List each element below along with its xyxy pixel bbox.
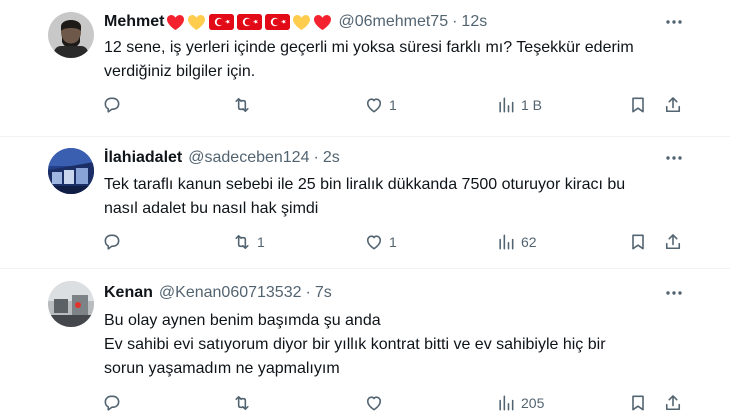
share-button[interactable] [663,95,683,115]
retweet-icon [235,97,249,113]
tweet-text-line: verdiğiniz bilgiler için. [104,63,256,80]
share-icon [665,234,681,250]
turkey-flag-icon [265,14,291,30]
tweet-1[interactable]: Mehmet @06mehmet75 · 12s 12 sene, iş yer… [0,0,730,136]
action-bar: 205 [0,393,730,417]
retweet-icon [235,234,249,250]
bookmark-icon [632,97,644,113]
author-name[interactable]: İlahiadalet [104,149,182,167]
tweet-text: 12 sene, iş yerleri içinde geçerli mi yo… [104,36,694,84]
author-handle[interactable]: @06mehmet75 [338,13,448,31]
views-button[interactable]: 62 [496,232,537,252]
avatar[interactable] [48,281,94,327]
views-icon [499,395,514,411]
tweet-text-line: nasıl adalet bu nasıl hak şimdi [104,200,319,217]
author-name[interactable]: Mehmet [104,13,164,31]
bookmark-icon [632,395,644,411]
reply-button[interactable] [102,393,127,413]
tweet-text-line: Ev sahibi evi satıyorum diyor bir yıllık… [104,336,606,353]
reply-icon [104,234,120,250]
reply-icon [104,395,120,411]
bookmark-button[interactable] [628,232,648,252]
turkey-flag-icon [209,14,235,30]
more-icon[interactable] [664,283,684,303]
action-bar: 1 1 B [0,95,730,119]
turkey-flag-icon [237,14,263,30]
share-button[interactable] [663,232,683,252]
share-button[interactable] [663,393,683,413]
reply-button[interactable] [102,95,127,115]
tweet-text-line: 12 sene, iş yerleri içinde geçerli mi yo… [104,39,634,56]
separator: · [305,284,311,301]
author-handle[interactable]: @Kenan060713532 [159,284,302,302]
heart-icon [366,396,382,411]
tweet-3[interactable]: Kenan @Kenan060713532 · 7s Bu olay aynen… [0,269,730,420]
heart-icon [366,98,382,113]
tweet-text: Tek taraflı kanun sebebi ile 25 bin lira… [104,173,694,221]
tweet-text-line: Bu olay aynen benim başımda şu anda [104,312,381,329]
timestamp[interactable]: 12s [461,13,487,31]
red-heart-icon [166,14,185,31]
timestamp[interactable]: 2s [323,149,340,167]
views-button[interactable]: 205 [496,393,544,413]
share-icon [665,395,681,411]
like-button[interactable] [364,393,389,413]
avatar[interactable] [48,12,94,58]
more-icon[interactable] [664,148,684,168]
retweet-button[interactable] [232,95,257,115]
retweet-button[interactable]: 1 [232,232,265,252]
action-bar: 1 1 62 [0,232,730,256]
views-icon [499,97,514,113]
reply-icon [104,97,120,113]
heart-icon [366,235,382,250]
views-count: 205 [521,395,545,411]
yellow-heart-icon [292,14,311,31]
like-button[interactable]: 1 [364,95,397,115]
tweet-text-line: sorun yaşamadım ne yapmalıyım [104,360,340,377]
avatar[interactable] [48,148,94,194]
retweet-count: 1 [257,234,265,250]
author-handle[interactable]: @sadeceben124 [188,149,309,167]
views-count: 62 [521,234,537,250]
separator: · [313,149,319,166]
views-icon [499,234,514,250]
like-count: 1 [389,234,397,250]
tweet-text-line: Tek taraflı kanun sebebi ile 25 bin lira… [104,176,626,193]
views-button[interactable]: 1 B [496,95,542,115]
red-heart-icon [313,14,332,31]
timestamp[interactable]: 7s [315,284,332,302]
retweet-button[interactable] [232,393,257,413]
author-name[interactable]: Kenan [104,284,153,302]
share-icon [665,97,681,113]
reply-button[interactable] [102,232,127,252]
like-count: 1 [389,97,397,113]
retweet-icon [235,395,249,411]
tweet-2[interactable]: İlahiadalet @sadeceben124 · 2s Tek taraf… [0,137,730,267]
bookmark-icon [632,234,644,250]
bookmark-button[interactable] [628,95,648,115]
like-button[interactable]: 1 [364,232,397,252]
separator: · [452,13,458,30]
yellow-heart-icon [187,14,206,31]
bookmark-button[interactable] [628,393,648,413]
more-icon[interactable] [664,12,684,32]
tweet-text: Bu olay aynen benim başımda şu anda Ev s… [104,309,694,381]
views-count: 1 B [521,97,543,113]
